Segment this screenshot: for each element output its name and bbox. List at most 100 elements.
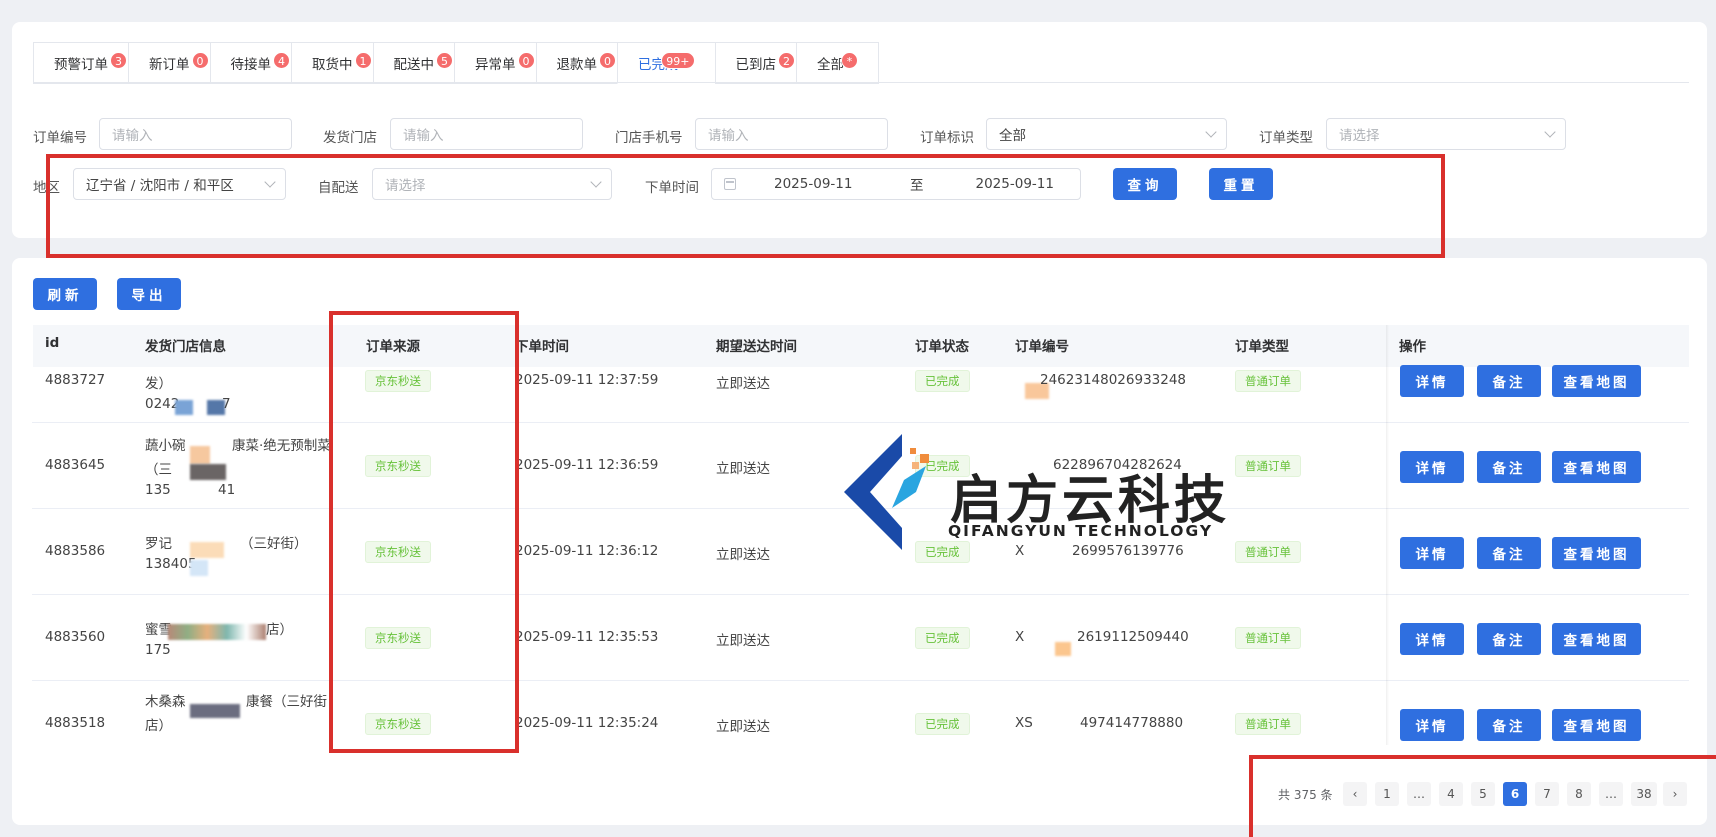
detail-button[interactable]: 详情 <box>1400 709 1464 741</box>
view-map-button[interactable]: 查看地图 <box>1552 537 1641 569</box>
tab-warning[interactable]: 预警订单 3 <box>33 42 128 84</box>
tab-new[interactable]: 新订单 0 <box>128 42 210 84</box>
tab-label: 异常单 <box>475 57 516 73</box>
reset-button[interactable]: 重置 <box>1209 168 1273 200</box>
phone-label: 门店手机号 <box>615 130 683 146</box>
cell-store-phone: 138405 <box>145 556 197 572</box>
query-button[interactable]: 查询 <box>1113 168 1177 200</box>
self-delivery-select[interactable]: 请选择 <box>372 168 612 200</box>
type-tag: 普通订单 <box>1235 713 1301 735</box>
date-start: 2025-09-11 <box>774 176 853 192</box>
phone-input[interactable]: 请输入 <box>695 118 888 150</box>
page-button[interactable]: 4 <box>1439 782 1463 806</box>
detail-button[interactable]: 详情 <box>1400 451 1464 483</box>
mosaic <box>190 464 226 480</box>
note-button[interactable]: 备注 <box>1477 451 1541 483</box>
type-tag: 普通订单 <box>1235 541 1301 563</box>
tab-pickup[interactable]: 取货中 1 <box>291 42 373 84</box>
mosaic <box>168 624 266 640</box>
store-input[interactable]: 请输入 <box>390 118 583 150</box>
region-cascader[interactable]: 辽宁省 / 沈阳市 / 和平区 <box>73 168 286 200</box>
chevron-down-icon <box>1544 126 1556 138</box>
detail-button[interactable]: 详情 <box>1400 623 1464 655</box>
note-button[interactable]: 备注 <box>1477 623 1541 655</box>
tab-exception[interactable]: 异常单 0 <box>454 42 536 84</box>
cell-store-phone-tail: 41 <box>218 482 236 498</box>
note-button[interactable]: 备注 <box>1477 709 1541 741</box>
prev-page-icon[interactable]: ‹ <box>1343 782 1367 806</box>
placeholder: 请选择 <box>385 178 426 194</box>
cell-store-name-tail: 店） <box>266 622 293 638</box>
count-badge: 5 <box>436 52 453 69</box>
source-tag: 京东秒送 <box>365 455 431 477</box>
page-button[interactable]: 7 <box>1535 782 1559 806</box>
cell-store-phone: 175 <box>145 642 171 658</box>
source-tag: 京东秒送 <box>365 627 431 649</box>
tab-arrived[interactable]: 已到店 2 <box>714 42 796 84</box>
order-status-tabs: 预警订单 3 新订单 0 待接单 4 取货中 1 配送中 5 异常单 0 退款单 0 已完成 9… <box>33 42 879 84</box>
tab-all[interactable]: 全部 * <box>796 42 879 84</box>
order-tag-label: 订单标识 <box>920 130 974 146</box>
source-tag: 京东秒送 <box>365 370 431 392</box>
detail-button[interactable]: 详情 <box>1400 365 1464 397</box>
page-button[interactable]: 38 <box>1631 782 1657 806</box>
page-ellipsis[interactable]: … <box>1599 782 1623 806</box>
tab-label: 待接单 <box>230 57 272 73</box>
tab-label: 已到店 <box>735 57 777 73</box>
cell-expect-time: 立即送达 <box>716 719 770 735</box>
region-label: 地区 <box>33 180 60 196</box>
watermark: 启方云科技 QIFANGYUN TECHNOLOGY <box>840 428 1240 558</box>
count-badge: 3 <box>110 52 127 69</box>
order-no-label: 订单编号 <box>33 130 87 146</box>
col-status: 订单状态 <box>915 339 969 355</box>
page-button[interactable]: 1 <box>1375 782 1399 806</box>
mosaic <box>190 704 240 718</box>
note-button[interactable]: 备注 <box>1477 365 1541 397</box>
status-tag: 已完成 <box>915 627 970 649</box>
tab-label: 新订单 <box>149 57 190 73</box>
cell-store-name-tail: （三好街） <box>240 536 308 552</box>
watermark-en-text: QIFANGYUN TECHNOLOGY <box>948 522 1214 540</box>
source-tag: 京东秒送 <box>365 713 431 735</box>
cell-expect-time: 立即送达 <box>716 547 770 563</box>
cell-id: 4883560 <box>45 629 106 645</box>
order-no-input[interactable]: 请输入 <box>99 118 292 150</box>
view-map-button[interactable]: 查看地图 <box>1552 451 1641 483</box>
tab-refund[interactable]: 退款单 0 <box>535 42 617 84</box>
cell-order-no: 2619112509440 <box>1077 629 1189 645</box>
cell-id: 4883586 <box>45 543 106 559</box>
col-actions: 操作 <box>1399 339 1426 355</box>
cell-store-name-tail: 康餐（三好街 <box>246 694 327 710</box>
cell-expect-time: 立即送达 <box>716 633 770 649</box>
cell-store: 蔬小碗 <box>145 438 186 454</box>
tab-delivering[interactable]: 配送中 5 <box>372 42 454 84</box>
fixed-column-shadow <box>1386 325 1389 745</box>
order-tag-select[interactable]: 全部 <box>986 118 1227 150</box>
next-page-icon[interactable]: › <box>1663 782 1687 806</box>
tab-pending[interactable]: 待接单 4 <box>209 42 291 84</box>
cell-store-branch: 店） <box>145 718 172 734</box>
mosaic <box>1055 642 1071 656</box>
type-tag: 普通订单 <box>1235 455 1301 477</box>
view-map-button[interactable]: 查看地图 <box>1552 365 1641 397</box>
chevron-down-icon <box>1205 126 1217 138</box>
page-ellipsis[interactable]: … <box>1407 782 1431 806</box>
cell-order-time: 2025-09-11 12:35:24 <box>515 715 659 731</box>
view-map-button[interactable]: 查看地图 <box>1552 623 1641 655</box>
refresh-button[interactable]: 刷新 <box>33 278 97 310</box>
count-badge: 99+ <box>661 52 695 69</box>
page-button[interactable]: 8 <box>1567 782 1591 806</box>
date-range-picker[interactable]: 2025-09-11 至 2025-09-11 <box>711 168 1081 200</box>
order-type-select[interactable]: 请选择 <box>1326 118 1566 150</box>
detail-button[interactable]: 详情 <box>1400 537 1464 569</box>
col-store: 发货门店信息 <box>145 339 226 355</box>
order-type-label: 订单类型 <box>1259 130 1313 146</box>
tab-completed[interactable]: 已完成 99+ <box>617 42 715 84</box>
view-map-button[interactable]: 查看地图 <box>1552 709 1641 741</box>
placeholder: 请输入 <box>403 128 444 144</box>
page-button-current[interactable]: 6 <box>1503 782 1527 806</box>
export-button[interactable]: 导出 <box>117 278 181 310</box>
col-order-no: 订单编号 <box>1015 339 1069 355</box>
note-button[interactable]: 备注 <box>1477 537 1541 569</box>
page-button[interactable]: 5 <box>1471 782 1495 806</box>
